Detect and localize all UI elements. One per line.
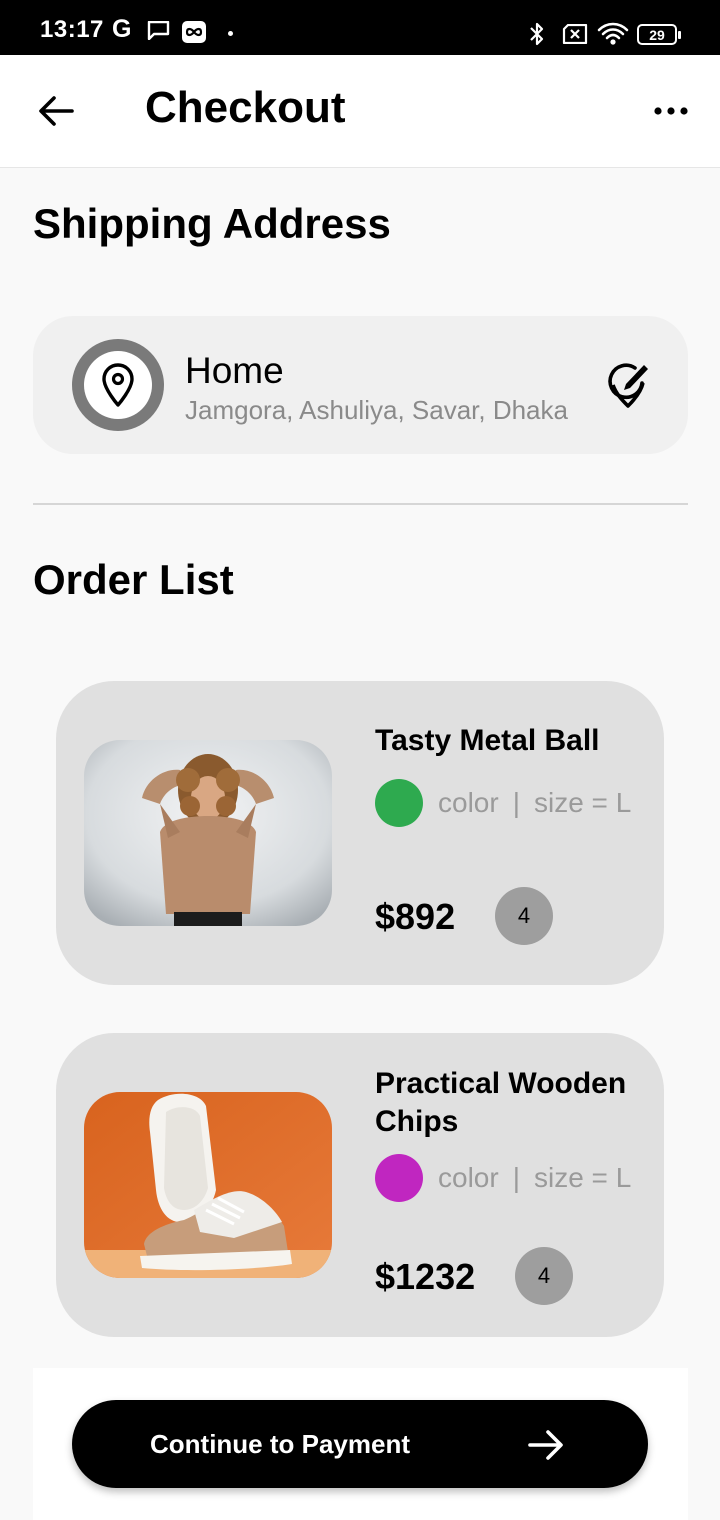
continue-to-payment-button[interactable]: Continue to Payment (72, 1400, 648, 1488)
address-card[interactable]: Home Jamgora, Ashuliya, Savar, Dhaka (33, 316, 688, 454)
battery-icon: 29 (637, 24, 681, 45)
bottom-action-panel: Continue to Payment (33, 1368, 688, 1520)
color-label: color (438, 1162, 499, 1193)
color-label: color (438, 787, 499, 818)
quantity-badge: 4 (495, 887, 553, 945)
size-label: size = L (533, 1162, 632, 1193)
app-bar: Checkout (0, 55, 720, 168)
loop-icon (182, 21, 206, 43)
bluetooth-icon (530, 22, 544, 46)
product-name: Tasty Metal Ball (375, 724, 600, 757)
variant-text: color | size = L (438, 787, 631, 819)
edit-location-icon (608, 363, 648, 408)
status-bar: 13:17 G 29 (0, 0, 720, 55)
notification-dot (228, 31, 233, 36)
variant-separator: | (512, 1162, 520, 1193)
shipping-address-title: Shipping Address (33, 200, 391, 247)
continue-label: Continue to Payment (150, 1429, 411, 1459)
checkout-screen: 13:17 G 29 Checkout Shipping Address Hom… (0, 0, 720, 1520)
message-icon (147, 21, 170, 40)
status-time: 13:17 (40, 16, 104, 43)
google-icon: G (112, 15, 132, 43)
location-pin-icon (72, 339, 164, 431)
sim-icon (562, 24, 588, 44)
size-label: size = L (533, 787, 632, 818)
arrow-right-icon (528, 1430, 563, 1460)
product-price: $1232 (375, 1256, 476, 1297)
address-detail: Jamgora, Ashuliya, Savar, Dhaka (185, 395, 568, 425)
more-options-button[interactable] (645, 87, 697, 135)
order-item-card[interactable]: Practical Wooden Chips color | size = L $1… (56, 1033, 664, 1337)
order-item-card[interactable]: Tasty Metal Ball color | size = L $892 4 (56, 681, 664, 985)
section-divider (33, 503, 688, 505)
woman-in-sweater-photo (84, 740, 332, 926)
page-title: Checkout (145, 83, 346, 132)
quantity-badge: 4 (515, 1247, 573, 1305)
product-name: Practical Wooden Chips (375, 1067, 627, 1138)
product-image (84, 740, 332, 926)
edit-address-button[interactable] (603, 356, 657, 412)
variant-text: color | size = L (438, 1162, 631, 1194)
product-price: $892 (375, 896, 456, 937)
arrow-left-icon (39, 96, 74, 126)
back-button[interactable] (30, 85, 82, 137)
variant-separator: | (512, 787, 520, 818)
color-swatch (375, 1154, 423, 1202)
color-swatch (375, 779, 423, 827)
address-label: Home (185, 350, 284, 391)
sneakers-photo (84, 1092, 332, 1278)
more-horizontal-icon (654, 107, 688, 115)
product-image (84, 1092, 332, 1278)
order-list-title: Order List (33, 556, 234, 603)
wifi-icon (597, 22, 629, 45)
